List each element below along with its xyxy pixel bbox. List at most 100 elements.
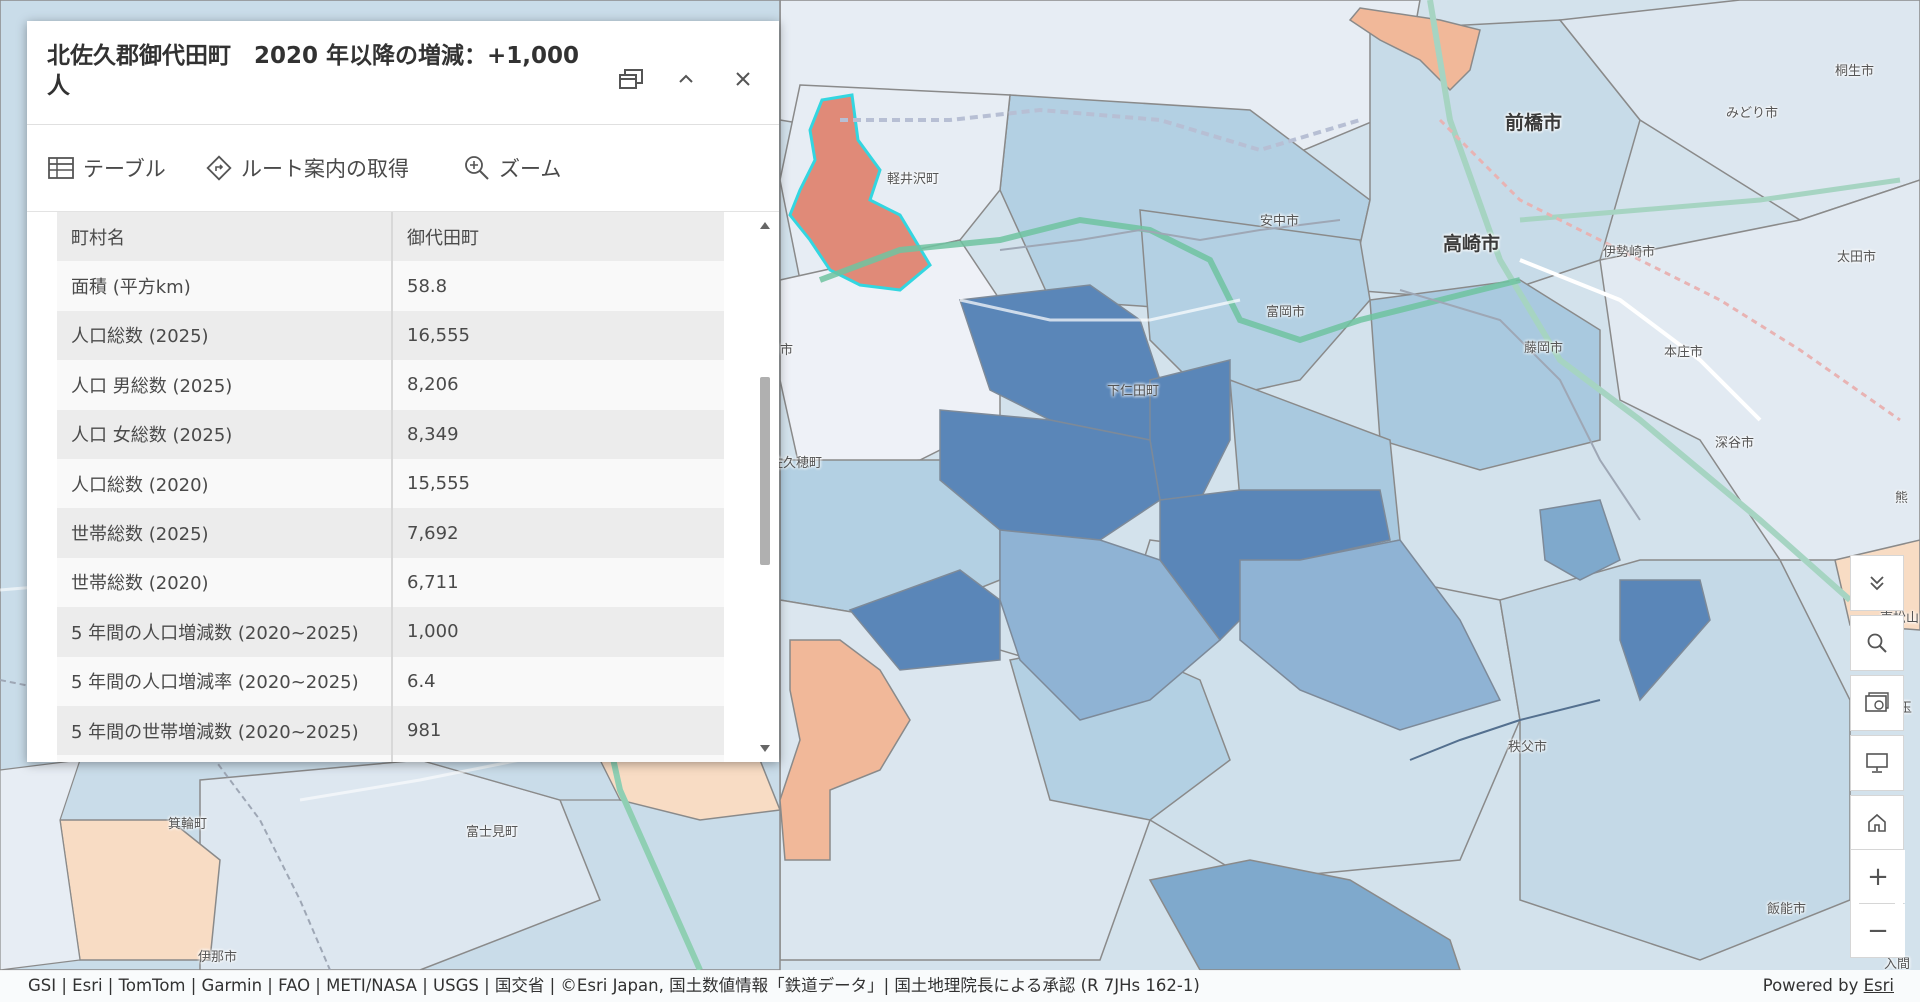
search-icon bbox=[1867, 633, 1887, 653]
map-label-fukaya: 深谷市 bbox=[1715, 436, 1755, 451]
scroll-up-arrow-icon[interactable] bbox=[759, 220, 771, 230]
field-value: 981 bbox=[392, 705, 724, 756]
field-name: 面積 (平方km) bbox=[57, 261, 393, 311]
map-label-kiryu: 桐生市 bbox=[1835, 64, 1875, 79]
field-name: 町村名 bbox=[57, 212, 393, 262]
region-minowa bbox=[59, 819, 221, 961]
table-row: 世帯総数 (2025) 7,692 bbox=[57, 508, 724, 558]
map-label-isesaki: 伊勢崎市 bbox=[1603, 245, 1656, 260]
map-label-shimonita: 下仁田町 bbox=[1107, 384, 1160, 399]
attribution-bar: GSI | Esri | TomTom | Garmin | FAO | MET… bbox=[0, 970, 1920, 1002]
map-label-fujimi: 富士見町 bbox=[466, 825, 519, 840]
close-icon bbox=[736, 72, 750, 86]
map-label-maebashi: 前橋市 bbox=[1505, 112, 1563, 134]
field-name: 人口総数 (2020) bbox=[57, 458, 393, 509]
table-row: 人口総数 (2025) 16,555 bbox=[57, 310, 724, 361]
map-label-annaka: 安中市 bbox=[1260, 214, 1300, 229]
collapse-button[interactable] bbox=[664, 61, 708, 97]
map-label-kuma-partial: 熊 bbox=[1895, 491, 1909, 506]
zoom-in-magnifier-icon bbox=[465, 156, 489, 180]
map-label-minowa: 箕輪町 bbox=[168, 817, 208, 832]
map-label-ina: 伊那市 bbox=[198, 950, 238, 965]
table-action-label: テーブル bbox=[83, 157, 166, 181]
popup-header: 北佐久郡御代田町 2020 年以降の増減：+1,000人 bbox=[27, 21, 779, 125]
display-button[interactable] bbox=[1850, 735, 1904, 791]
close-button[interactable] bbox=[721, 61, 765, 97]
attribute-table-container[interactable]: 町村名 御代田町 面積 (平方km) 58.8 人口総数 (2025) 16,555 人口 … bbox=[27, 212, 779, 762]
zoom-to-action-button[interactable]: ズーム bbox=[463, 151, 561, 185]
table-row: 人口 男総数 (2025) 8,206 bbox=[57, 360, 724, 410]
field-value: 8,349 bbox=[392, 409, 724, 459]
field-name: 5 年間の世帯増減率 (2020~2025) bbox=[57, 755, 393, 762]
scroll-thumb[interactable] bbox=[760, 377, 770, 565]
map-label-takasaki: 高崎市 bbox=[1443, 233, 1501, 255]
field-value: 16,555 bbox=[392, 310, 724, 361]
basemap-icon bbox=[1865, 692, 1889, 712]
expand-toolbar-button[interactable] bbox=[1850, 555, 1904, 611]
directions-action-label: ルート案内の取得 bbox=[241, 157, 409, 181]
field-name: 人口 女総数 (2025) bbox=[57, 409, 393, 459]
map-label-chichibu: 秩父市 bbox=[1508, 740, 1548, 755]
plus-icon: + bbox=[1867, 861, 1889, 892]
search-button[interactable] bbox=[1850, 615, 1904, 671]
minus-icon: − bbox=[1867, 915, 1889, 946]
field-name: 5 年間の人口増減率 (2020~2025) bbox=[57, 656, 393, 706]
field-value: 15,555 bbox=[392, 458, 724, 509]
zoom-out-button[interactable]: − bbox=[1851, 904, 1905, 957]
popup-title: 北佐久郡御代田町 2020 年以降の増減：+1,000人 bbox=[47, 43, 580, 99]
monitor-icon bbox=[1866, 753, 1888, 773]
map-label-karuizawa: 軽井沢町 bbox=[887, 172, 940, 187]
zoom-to-action-label: ズーム bbox=[499, 157, 562, 181]
table-icon bbox=[48, 157, 74, 179]
table-row: 5 年間の世帯増減数 (2020~2025) 981 bbox=[57, 705, 724, 756]
field-value: 1,000 bbox=[392, 607, 724, 657]
field-value: 14.6 bbox=[392, 755, 724, 762]
zoom-control: + − bbox=[1850, 849, 1905, 958]
attribute-table: 町村名 御代田町 面積 (平方km) 58.8 人口総数 (2025) 16,555 人口 … bbox=[57, 212, 724, 762]
map-label-fujioka: 藤岡市 bbox=[1524, 341, 1564, 356]
map-label-honjo: 本庄市 bbox=[1664, 345, 1704, 360]
powered-by: Powered by Esri bbox=[1763, 970, 1894, 1002]
field-name: 5 年間の世帯増減数 (2020~2025) bbox=[57, 705, 393, 756]
esri-link[interactable]: Esri bbox=[1864, 976, 1894, 995]
field-value: 6,711 bbox=[392, 557, 724, 608]
chevrons-down-icon bbox=[1870, 576, 1884, 591]
map-toolbar bbox=[1850, 555, 1906, 855]
scroll-down-arrow-icon[interactable] bbox=[759, 744, 771, 754]
table-row: 人口 女総数 (2025) 8,349 bbox=[57, 409, 724, 459]
table-row: 町村名 御代田町 bbox=[57, 212, 724, 262]
home-button[interactable] bbox=[1850, 795, 1904, 851]
chevron-up-icon bbox=[679, 74, 693, 83]
map-label-ota: 太田市 bbox=[1837, 250, 1877, 265]
directions-icon bbox=[206, 155, 232, 181]
table-row: 5 年間の世帯増減率 (2020~2025)14.6 bbox=[57, 755, 724, 762]
home-icon bbox=[1868, 813, 1886, 832]
popup-actions: テーブル ルート案内の取得 ズーム bbox=[27, 125, 779, 212]
table-row: 5 年間の人口増減率 (2020~2025) 6.4 bbox=[57, 656, 724, 706]
basemap-gallery-button[interactable] bbox=[1850, 675, 1904, 731]
field-name: 人口 男総数 (2025) bbox=[57, 360, 393, 410]
feature-popup: 北佐久郡御代田町 2020 年以降の増減：+1,000人 テーブル ルート案内の… bbox=[27, 21, 779, 762]
attribution-text[interactable]: GSI | Esri | TomTom | Garmin | FAO | MET… bbox=[28, 970, 1200, 1002]
field-name: 世帯総数 (2025) bbox=[57, 508, 393, 558]
table-row: 世帯総数 (2020) 6,711 bbox=[57, 557, 724, 608]
table-row: 人口総数 (2020) 15,555 bbox=[57, 458, 724, 509]
field-value: 7,692 bbox=[392, 508, 724, 558]
zoom-in-button[interactable]: + bbox=[1851, 850, 1905, 903]
field-value: 御代田町 bbox=[392, 212, 724, 262]
map-label-tomioka: 富岡市 bbox=[1266, 305, 1306, 320]
field-name: 5 年間の人口増減数 (2020~2025) bbox=[57, 607, 393, 657]
field-value: 8,206 bbox=[392, 360, 724, 410]
table-row: 面積 (平方km) 58.8 bbox=[57, 261, 724, 311]
directions-action-button[interactable]: ルート案内の取得 bbox=[205, 151, 409, 185]
field-value: 58.8 bbox=[392, 261, 724, 311]
table-row: 5 年間の人口増減数 (2020~2025) 1,000 bbox=[57, 607, 724, 657]
field-name: 世帯総数 (2020) bbox=[57, 557, 393, 608]
map-label-midori: みどり市 bbox=[1726, 106, 1779, 121]
table-action-button[interactable]: テーブル bbox=[47, 151, 166, 185]
popup-scrollbar[interactable] bbox=[758, 212, 772, 762]
dock-button[interactable] bbox=[609, 61, 653, 97]
dock-icon bbox=[619, 69, 643, 89]
map-label-hanno: 飯能市 bbox=[1767, 902, 1807, 917]
field-name: 人口総数 (2025) bbox=[57, 310, 393, 361]
